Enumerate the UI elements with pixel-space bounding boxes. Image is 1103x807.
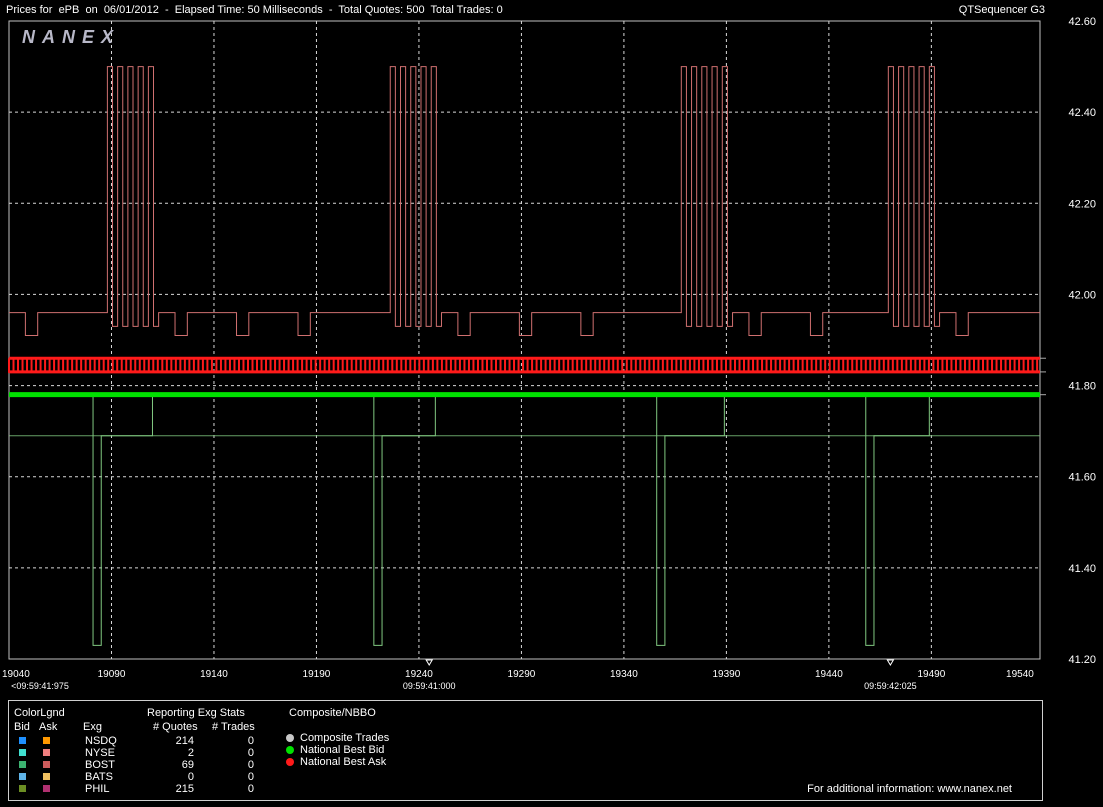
plot-area (8, 20, 1041, 660)
y-tick-label: 42.40 (1068, 107, 1096, 119)
bid-swatch (19, 749, 26, 756)
exchange-name: BOST (85, 759, 115, 771)
ask-swatch (43, 761, 50, 768)
x-tick-label: 19190 (303, 669, 331, 680)
composite-dot (286, 746, 294, 754)
ask-swatch (43, 773, 50, 780)
x-tick-label: 19440 (815, 669, 843, 680)
trade-count: 0 (247, 783, 254, 795)
time-label: <09:59:41:975 (11, 681, 69, 691)
time-label: 09:59:41:000 (403, 681, 456, 691)
footer-note: For additional information: www.nanex.ne… (807, 783, 1012, 795)
watermark-logo: NANEX (22, 27, 120, 47)
x-tick-label: 19040 (2, 669, 30, 680)
y-tick-label: 41.20 (1068, 654, 1096, 666)
quote-count: 2 (187, 747, 194, 759)
series-national-best-ask (8, 357, 1039, 373)
trade-count: 0 (247, 771, 254, 783)
composite-label: Composite Trades (300, 732, 390, 744)
composite-dot (286, 758, 294, 766)
x-tick-label: 19090 (98, 669, 126, 680)
trade-count: 0 (247, 759, 254, 771)
exg-header: Exg (83, 721, 102, 733)
ask-header: Ask (39, 721, 58, 733)
exchange-name: NSDQ (85, 735, 117, 747)
bid-swatch (19, 785, 26, 792)
time-marker (425, 659, 434, 666)
trade-count: 0 (247, 735, 254, 747)
y-tick-label: 42.00 (1068, 289, 1096, 301)
x-tick-label: 19240 (405, 669, 433, 680)
x-tick-label: 19290 (508, 669, 536, 680)
stats-title: Reporting Exg Stats (147, 707, 245, 719)
composite-dot (286, 734, 294, 742)
quote-count: 69 (181, 759, 194, 771)
trade-count: 0 (247, 747, 254, 759)
quotes-header: # Quotes (153, 721, 198, 733)
composite-label: National Best Bid (300, 744, 385, 756)
bid-header: Bid (14, 721, 30, 733)
y-tick-label: 42.60 (1068, 16, 1096, 28)
exchange-name: BATS (85, 771, 113, 783)
bid-swatch (19, 773, 26, 780)
trades-header: # Trades (212, 721, 255, 733)
y-tick-label: 42.20 (1068, 198, 1096, 210)
x-tick-label: 19140 (200, 669, 228, 680)
x-tick-label: 19340 (610, 669, 638, 680)
ask-swatch (43, 785, 50, 792)
legend-panel: ColorLgnd Bid Ask Exg Reporting Exg Stat… (8, 700, 1043, 801)
quote-count: 215 (175, 783, 194, 795)
exchange-name: NYSE (85, 747, 115, 759)
x-tick-label: 19540 (1006, 669, 1034, 680)
composite-title: Composite/NBBO (289, 707, 376, 719)
y-tick-label: 41.40 (1068, 563, 1096, 575)
time-label: 09:59:42:025 (864, 681, 917, 691)
composite-label: National Best Ask (300, 756, 387, 768)
quote-count: 0 (187, 771, 194, 783)
y-tick-label: 41.80 (1068, 381, 1096, 393)
x-tick-label: 19390 (712, 669, 740, 680)
y-tick-label: 41.60 (1068, 472, 1096, 484)
x-tick-label: 19490 (917, 669, 945, 680)
exchange-name: PHIL (85, 783, 110, 795)
bid-swatch (19, 737, 26, 744)
price-chart: NANEX 19040 19090 19140 19190 19240 19290 19340… (2, 16, 1096, 691)
color-legend-label: ColorLgnd (14, 707, 65, 719)
ask-swatch (43, 749, 50, 756)
bid-swatch (19, 761, 26, 768)
time-marker (886, 659, 895, 666)
quote-count: 214 (175, 735, 194, 747)
ask-swatch (43, 737, 50, 744)
